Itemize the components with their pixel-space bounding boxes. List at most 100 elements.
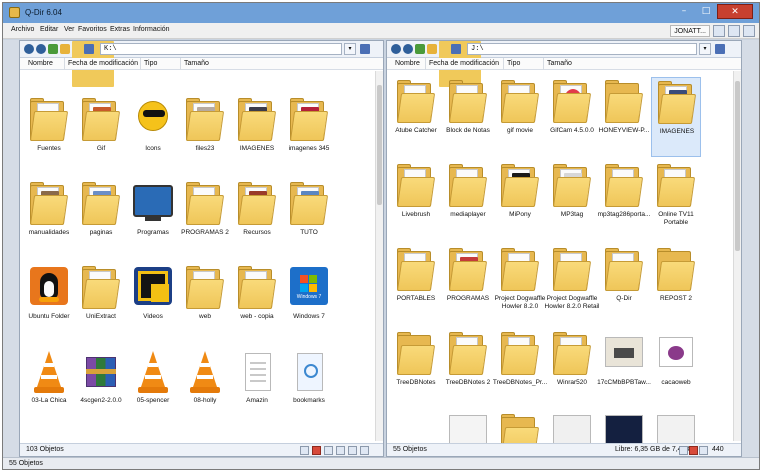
list-item[interactable]: GifCam 4.5.0.0 — [547, 77, 597, 157]
properties-icon[interactable] — [360, 446, 369, 455]
list-item[interactable]: files23 — [180, 95, 230, 175]
column-date[interactable]: Fecha de modificación — [68, 60, 138, 67]
minimize-button[interactable]: – — [673, 4, 695, 19]
list-item[interactable]: Project Dogwaffle Howler 8.2.0 Retail — [545, 245, 599, 325]
column-type[interactable]: Tipo — [507, 60, 520, 67]
menu-informacion[interactable]: Información — [133, 26, 170, 33]
list-item[interactable]: cacaoweb — [651, 329, 701, 409]
address-dropdown-icon[interactable]: ▾ — [344, 43, 356, 55]
right-scrollbar[interactable] — [733, 71, 741, 441]
tools-icon[interactable] — [728, 25, 740, 37]
list-item[interactable]: 03-La Chica — [24, 347, 74, 427]
list-item[interactable]: mediaplayer — [443, 161, 493, 241]
list-item[interactable]: TUTO — [284, 179, 334, 259]
list-item[interactable]: web - copia — [232, 263, 282, 343]
up-icon[interactable] — [48, 44, 58, 54]
column-name[interactable]: Nombre — [28, 60, 53, 67]
list-item[interactable]: REPOST 2 — [651, 245, 701, 325]
list-item[interactable]: Recursos — [232, 179, 282, 259]
list-item[interactable]: PROGRAMAS 2 — [180, 179, 230, 259]
layout-icon[interactable] — [713, 25, 725, 37]
column-date[interactable]: Fecha de modificación — [429, 60, 499, 67]
list-item[interactable]: imagenes 345 — [284, 95, 334, 175]
list-item[interactable]: bookmarks — [284, 347, 334, 427]
list-item[interactable]: mp3tag286porta... — [598, 161, 650, 241]
list-item[interactable]: UniExtract — [76, 263, 126, 343]
view-icon[interactable] — [451, 44, 461, 54]
cut-icon[interactable] — [324, 446, 333, 455]
filter-icon[interactable] — [679, 446, 688, 455]
address-input[interactable]: J:\ — [467, 43, 697, 55]
list-item[interactable]: TreeDBNotes_Pr... — [493, 329, 547, 409]
list-item[interactable]: HONEYVIEW-P... — [599, 77, 649, 157]
folder-icon — [603, 79, 645, 125]
folder-icon — [288, 181, 330, 227]
help-icon[interactable] — [743, 25, 755, 37]
address-input[interactable]: K:\ — [100, 43, 342, 55]
back-icon[interactable] — [391, 44, 401, 54]
up-icon[interactable] — [415, 44, 425, 54]
list-item[interactable]: Atube Catcher — [391, 77, 441, 157]
list-item[interactable]: PORTABLES — [391, 245, 441, 325]
list-item[interactable]: Project Dogwaffle Howler 8.2.0 — [495, 245, 545, 325]
menu-ver[interactable]: Ver — [64, 26, 75, 33]
list-item[interactable]: PROGRAMAS — [443, 245, 493, 325]
copy-icon[interactable] — [699, 446, 708, 455]
list-item[interactable]: TreeDBNotes 2 — [443, 329, 493, 409]
list-item-selected[interactable]: IMAGENES — [651, 77, 701, 157]
list-item[interactable]: Icons — [128, 95, 178, 175]
list-item[interactable]: manualidades — [24, 179, 74, 259]
favorites-icon[interactable] — [60, 44, 70, 54]
column-type[interactable]: Tipo — [144, 60, 157, 67]
column-size[interactable]: Tamaño — [547, 60, 572, 67]
list-item[interactable]: Gif — [76, 95, 126, 175]
list-item[interactable]: gif movie — [495, 77, 545, 157]
user-button[interactable]: JONATT... — [670, 25, 710, 37]
list-item[interactable]: TreeDBNotes — [391, 329, 441, 409]
forward-icon[interactable] — [403, 44, 413, 54]
pane-options-icon[interactable] — [360, 44, 370, 54]
list-item[interactable]: IMAGENES — [232, 95, 282, 175]
list-item[interactable]: Fuentes — [24, 95, 74, 175]
menu-extras[interactable]: Extras — [110, 26, 130, 33]
forward-icon[interactable] — [36, 44, 46, 54]
list-item[interactable]: Q-Dir — [599, 245, 649, 325]
list-item[interactable]: Online TV11 Portable — [651, 161, 701, 241]
list-item[interactable]: Amazin — [232, 347, 282, 427]
back-icon[interactable] — [24, 44, 34, 54]
delete-icon[interactable] — [689, 446, 698, 455]
list-item[interactable]: MiPony — [495, 161, 545, 241]
list-item[interactable]: Windows 7 Windows 7 — [284, 263, 334, 343]
right-column-headers: Nombre Fecha de modificación Tipo Tamaño — [387, 58, 741, 70]
list-item[interactable]: Ubuntu Folder — [24, 263, 74, 343]
list-item[interactable]: 08-holly — [180, 347, 230, 427]
menu-favoritos[interactable]: Favoritos — [78, 26, 107, 33]
list-item[interactable]: Block de Notas — [443, 77, 493, 157]
list-item[interactable]: Livebrush — [391, 161, 441, 241]
pane-options-icon[interactable] — [715, 44, 725, 54]
delete-icon[interactable] — [312, 446, 321, 455]
menu-archivo[interactable]: Archivo — [11, 26, 34, 33]
right-pane: J:\ ▾ Nombre Fecha de modificación Tipo … — [386, 40, 742, 457]
list-item[interactable]: web — [180, 263, 230, 343]
column-name[interactable]: Nombre — [395, 60, 420, 67]
address-dropdown-icon[interactable]: ▾ — [699, 43, 711, 55]
view-icon[interactable] — [84, 44, 94, 54]
favorites-icon[interactable] — [427, 44, 437, 54]
list-item[interactable]: MP3tag — [547, 161, 597, 241]
left-scrollbar[interactable] — [375, 71, 383, 441]
list-item[interactable]: paginas — [76, 179, 126, 259]
list-item[interactable]: Programas — [128, 179, 178, 259]
menu-editar[interactable]: Editar — [40, 26, 58, 33]
copy-icon[interactable] — [336, 446, 345, 455]
paste-icon[interactable] — [348, 446, 357, 455]
list-item[interactable]: 05-spencer — [128, 347, 178, 427]
close-button[interactable]: ✕ — [717, 4, 753, 19]
list-item[interactable]: Winrar520 — [547, 329, 597, 409]
list-item[interactable]: Videos — [128, 263, 178, 343]
filter-icon[interactable] — [300, 446, 309, 455]
maximize-button[interactable]: □ — [695, 4, 717, 19]
column-size[interactable]: Tamaño — [184, 60, 209, 67]
list-item[interactable]: 4scgen2-2.0.0 — [76, 347, 126, 427]
list-item[interactable]: 17cCMbBPBTaw... — [597, 329, 651, 409]
